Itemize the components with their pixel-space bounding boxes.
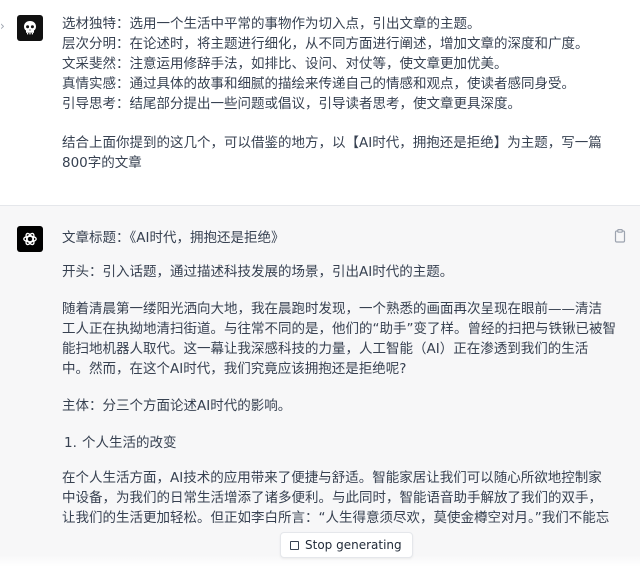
user-line: 引导思考：结尾部分提出一些问题或倡议，引导读者思考，使文章更具深度。 — [62, 96, 521, 112]
stop-generating-button[interactable]: Stop generating — [280, 532, 413, 558]
paragraph-line: 能扫地机器人取代。这一幕让我深感科技的力量，人工智能（AI）正在渗透到我们的生活 — [62, 341, 589, 357]
paragraph-line: 让我们的生活更加轻松。但正如李白所言：“人生得意须尽欢，莫使金樽空对月。”我们不… — [62, 510, 610, 526]
stop-generating-label: Stop generating — [305, 538, 402, 552]
paragraph-line: 随着清晨第一缕阳光洒向大地，我在晨跑时发现，一个熟悉的画面再次呈现在眼前——清洁 — [62, 301, 602, 317]
user-avatar-icon — [17, 15, 43, 41]
user-request-line: 800字的文章 — [62, 155, 142, 171]
stop-square-icon — [290, 540, 299, 550]
user-line: 层次分明：在论述时，将主题进行细化，从不同方面进行阐述，增加文章的深度和广度。 — [62, 36, 589, 52]
user-request-line: 结合上面你提到的这几个，可以借鉴的地方，以【AI时代，拥抱还是拒绝】为主题，写一… — [62, 135, 602, 151]
user-line: 文采斐然：注意运用修辞手法，如排比、设问、对仗等，使文章更加优美。 — [62, 56, 508, 72]
chevron-right-icon[interactable]: › — [0, 18, 8, 34]
assistant-message: 文章标题：《AI时代，拥抱还是拒绝》 开头：引入话题，通过描述科技发展的场景，引… — [0, 206, 640, 571]
skull-icon — [24, 21, 36, 35]
user-line: 真情实感：通过具体的故事和细腻的描绘来传递自己的情感和观点，使读者感同身受。 — [62, 76, 575, 92]
list-item-text: 个人生活的改变 — [82, 435, 177, 451]
chatgpt-avatar-icon — [17, 226, 43, 252]
article-title-line: 文章标题：《AI时代，拥抱还是拒绝》 — [62, 230, 285, 246]
opening-line: 开头：引入话题，通过描述科技发展的场景，引出AI时代的主题。 — [62, 264, 454, 280]
paragraph-line: 中设备，为我们的日常生活增添了诸多便利。与此同时，智能语音助手解放了我们的双手， — [62, 490, 602, 506]
user-line: 选材独特：选用一个生活中平常的事物作为切入点，引出文章的主题。 — [62, 16, 481, 32]
user-message: › 选材独特：选用一个生活中平常的事物作为切入点，引出文章的主题。 层次分明：在… — [0, 0, 640, 206]
user-message-text: 选材独特：选用一个生活中平常的事物作为切入点，引出文章的主题。 层次分明：在论述… — [62, 14, 622, 173]
body-line: 主体：分三个方面论述AI时代的影响。 — [62, 398, 292, 414]
paragraph-line: 中。然而，在这个AI时代，我们究竟应该拥抱还是拒绝呢? — [62, 361, 407, 377]
openai-logo-icon — [23, 232, 37, 246]
paragraph-line: 在个人生活方面，AI技术的应用带来了便捷与舒适。智能家居让我们可以随心所欲地控制… — [62, 470, 602, 486]
assistant-message-text: 文章标题：《AI时代，拥抱还是拒绝》 开头：引入话题，通过描述科技发展的场景，引… — [62, 228, 622, 545]
paragraph-line: 工人正在执拗地清扫街道。与往常不同的是，他们的“助手”变了样。曾经的扫把与铁锹已… — [62, 321, 616, 337]
list-item-number: 1. — [64, 435, 77, 451]
list-item: 1. 个人生活的改变 — [62, 433, 622, 453]
